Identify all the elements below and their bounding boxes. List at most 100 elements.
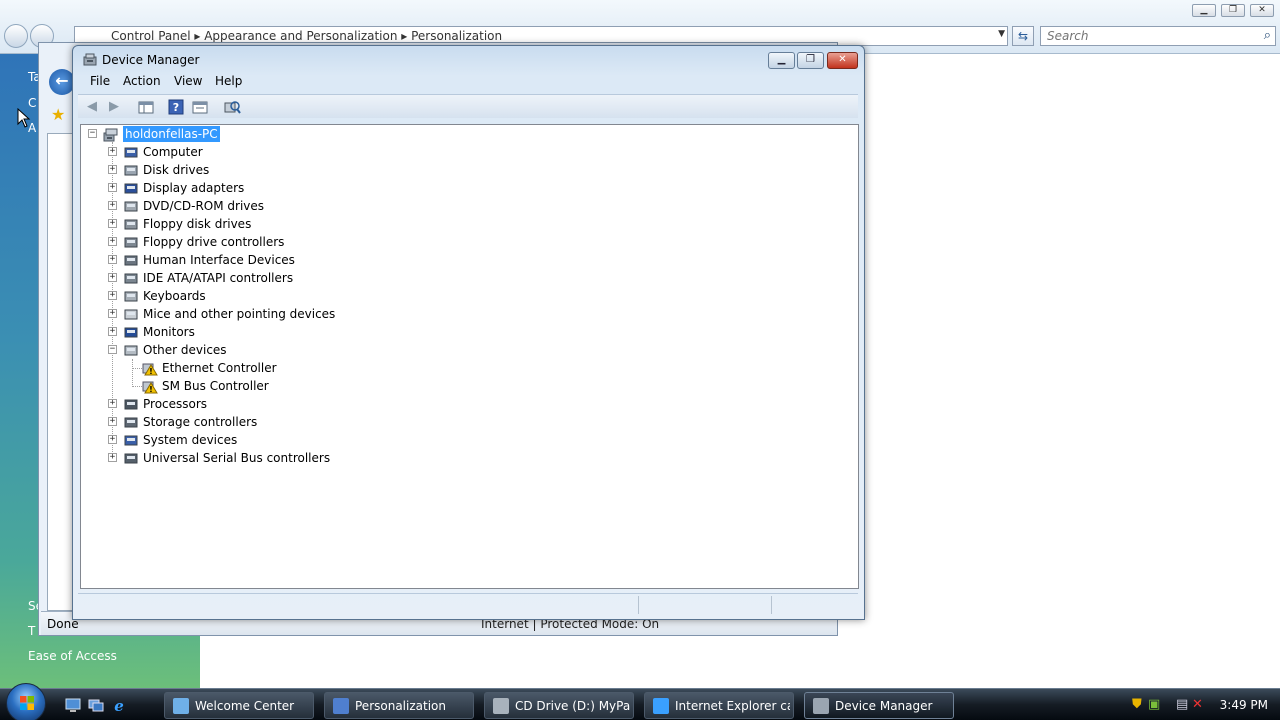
taskbar-button-welcome-center[interactable]: Welcome Center — [164, 692, 314, 719]
computer-icon — [124, 147, 138, 158]
forward-arrow-icon[interactable]: ▶ — [104, 98, 124, 116]
maximize-button[interactable]: ❐ — [1221, 4, 1245, 17]
search-box[interactable]: ⌕ — [1040, 26, 1276, 46]
tree-node-label: Processors — [143, 397, 208, 411]
properties-icon[interactable] — [190, 98, 210, 116]
tree-node-disk-drives[interactable]: + Disk drives — [81, 161, 401, 179]
tree-node-ide-ata-atapi-controllers[interactable]: + IDE ATA/ATAPI controllers — [81, 269, 401, 287]
minimize-button[interactable]: ▁ — [1192, 4, 1216, 17]
tree-node-storage-controllers[interactable]: + Storage controllers — [81, 413, 401, 431]
taskbar-button-internet-explorer-ca[interactable]: Internet Explorer ca... — [644, 692, 794, 719]
expand-toggle[interactable]: + — [108, 219, 117, 228]
search-icon[interactable]: ⌕ — [1264, 28, 1271, 43]
tree-node-floppy-disk-drives[interactable]: + Floppy disk drives — [81, 215, 401, 233]
warning-device-icon: ! — [142, 363, 158, 376]
device-manager-window: Device Manager ▁ ❐ ✕ File Action View He… — [72, 45, 865, 620]
tree-node-system-devices[interactable]: + System devices — [81, 431, 401, 449]
expand-toggle[interactable]: + — [108, 183, 117, 192]
internet-explorer-icon[interactable]: e — [111, 697, 127, 713]
menu-help[interactable]: Help — [215, 74, 242, 88]
menu-bar: File Action View Help — [78, 72, 858, 92]
window-icon — [493, 698, 509, 714]
menu-view[interactable]: View — [174, 74, 202, 88]
switch-windows-icon[interactable] — [88, 697, 104, 713]
taskbar-button-label: Welcome Center — [195, 699, 295, 713]
taskbar-button-label: CD Drive (D:) MyPal68 — [515, 699, 630, 713]
tree-node-sm-bus-controller[interactable]: ! SM Bus Controller — [81, 377, 381, 395]
expand-toggle[interactable]: + — [108, 327, 117, 336]
expand-toggle[interactable]: + — [108, 291, 117, 300]
expand-toggle[interactable]: + — [108, 147, 117, 156]
tree-node-dvd-cd-rom-drives[interactable]: + DVD/CD-ROM drives — [81, 197, 401, 215]
tree-node-label: Human Interface Devices — [143, 253, 295, 267]
disk-drive-icon — [124, 165, 138, 176]
tree-root[interactable]: − holdonfellas-PC — [81, 125, 381, 143]
tree-node-computer[interactable]: + Computer — [81, 143, 401, 161]
svg-text:!: ! — [149, 385, 153, 394]
device-tree: − holdonfellas-PC + Computer + Disk drives +… — [80, 124, 859, 589]
expand-toggle[interactable]: + — [108, 309, 117, 318]
storage-controller-icon — [124, 417, 138, 428]
favorites-star-icon[interactable]: ★ — [51, 105, 65, 124]
svg-text:e: e — [114, 697, 124, 713]
taskbar-button-device-manager[interactable]: Device Manager — [804, 692, 954, 719]
system-devices-icon — [124, 435, 138, 446]
network-icon[interactable]: ▤ — [1176, 697, 1188, 712]
start-button[interactable] — [6, 683, 46, 720]
expand-toggle[interactable]: + — [108, 237, 117, 246]
tree-node-ethernet-controller[interactable]: ! Ethernet Controller — [81, 359, 381, 377]
show-desktop-icon[interactable] — [65, 697, 81, 713]
chevron-down-icon[interactable]: ▼ — [998, 29, 1005, 39]
expand-toggle[interactable]: + — [108, 435, 117, 444]
maximize-button[interactable]: ❐ — [797, 52, 824, 69]
security-shield-icon[interactable]: ⛊ — [1132, 697, 1142, 712]
tree-node-label: Floppy drive controllers — [143, 235, 285, 249]
back-arrow-icon[interactable]: ◀ — [82, 98, 102, 116]
window-icon — [333, 698, 349, 714]
tree-node-monitors[interactable]: + Monitors — [81, 323, 401, 341]
root-computer-name[interactable]: holdonfellas-PC — [123, 126, 220, 142]
expand-toggle[interactable]: + — [108, 255, 117, 264]
scan-hardware-changes-icon[interactable] — [222, 98, 242, 116]
tree-node-human-interface-devices[interactable]: + Human Interface Devices — [81, 251, 401, 269]
breadcrumb[interactable]: Control Panel ▸ Appearance and Personali… — [111, 29, 502, 43]
sidebar-item[interactable]: T — [28, 624, 35, 638]
show-hide-console-tree-icon[interactable] — [136, 98, 156, 116]
window-title: Device Manager — [102, 53, 200, 67]
search-input[interactable] — [1041, 27, 1241, 45]
refresh-icon[interactable]: ⇆ — [1012, 26, 1034, 46]
clock[interactable]: 3:49 PM — [1220, 698, 1268, 712]
expand-toggle[interactable]: + — [108, 273, 117, 282]
tree-node-display-adapters[interactable]: + Display adapters — [81, 179, 401, 197]
menu-file[interactable]: File — [90, 74, 110, 88]
taskbar-button-cd-drive-d-mypal68[interactable]: CD Drive (D:) MyPal68 — [484, 692, 634, 719]
back-button[interactable] — [4, 24, 28, 48]
volume-muted-icon[interactable]: ✕ — [1192, 697, 1203, 712]
tree-node-floppy-drive-controllers[interactable]: + Floppy drive controllers — [81, 233, 401, 251]
mouse-icon — [124, 309, 138, 320]
tree-node-keyboards[interactable]: + Keyboards — [81, 287, 401, 305]
expand-toggle[interactable]: + — [108, 201, 117, 210]
sidebar-item-ease-of-access[interactable]: Ease of Access — [28, 649, 117, 663]
expand-toggle[interactable]: + — [108, 417, 117, 426]
taskbar-button-personalization[interactable]: Personalization — [324, 692, 474, 719]
tree-node-other-devices[interactable]: − Other devices — [81, 341, 401, 359]
tree-node-label: Computer — [143, 145, 203, 159]
taskbar-button-label: Personalization — [355, 699, 446, 713]
collapse-toggle[interactable]: − — [88, 129, 97, 138]
minimize-button[interactable]: ▁ — [768, 52, 795, 69]
taskbar-button-label: Internet Explorer ca... — [675, 699, 790, 713]
close-button[interactable]: ✕ — [827, 52, 858, 69]
tree-node-mice-and-other-pointing-devices[interactable]: + Mice and other pointing devices — [81, 305, 401, 323]
tree-node-label: SM Bus Controller — [162, 379, 269, 393]
tree-node-universal-serial-bus-controllers[interactable]: + Universal Serial Bus controllers — [81, 449, 401, 467]
updates-icon[interactable]: ▣ — [1148, 697, 1160, 712]
expand-toggle[interactable]: + — [108, 453, 117, 462]
collapse-toggle[interactable]: − — [108, 345, 117, 354]
expand-toggle[interactable]: + — [108, 399, 117, 408]
close-button[interactable]: ✕ — [1250, 4, 1274, 17]
expand-toggle[interactable]: + — [108, 165, 117, 174]
help-icon[interactable]: ? — [166, 98, 186, 116]
tree-node-processors[interactable]: + Processors — [81, 395, 401, 413]
menu-action[interactable]: Action — [123, 74, 161, 88]
